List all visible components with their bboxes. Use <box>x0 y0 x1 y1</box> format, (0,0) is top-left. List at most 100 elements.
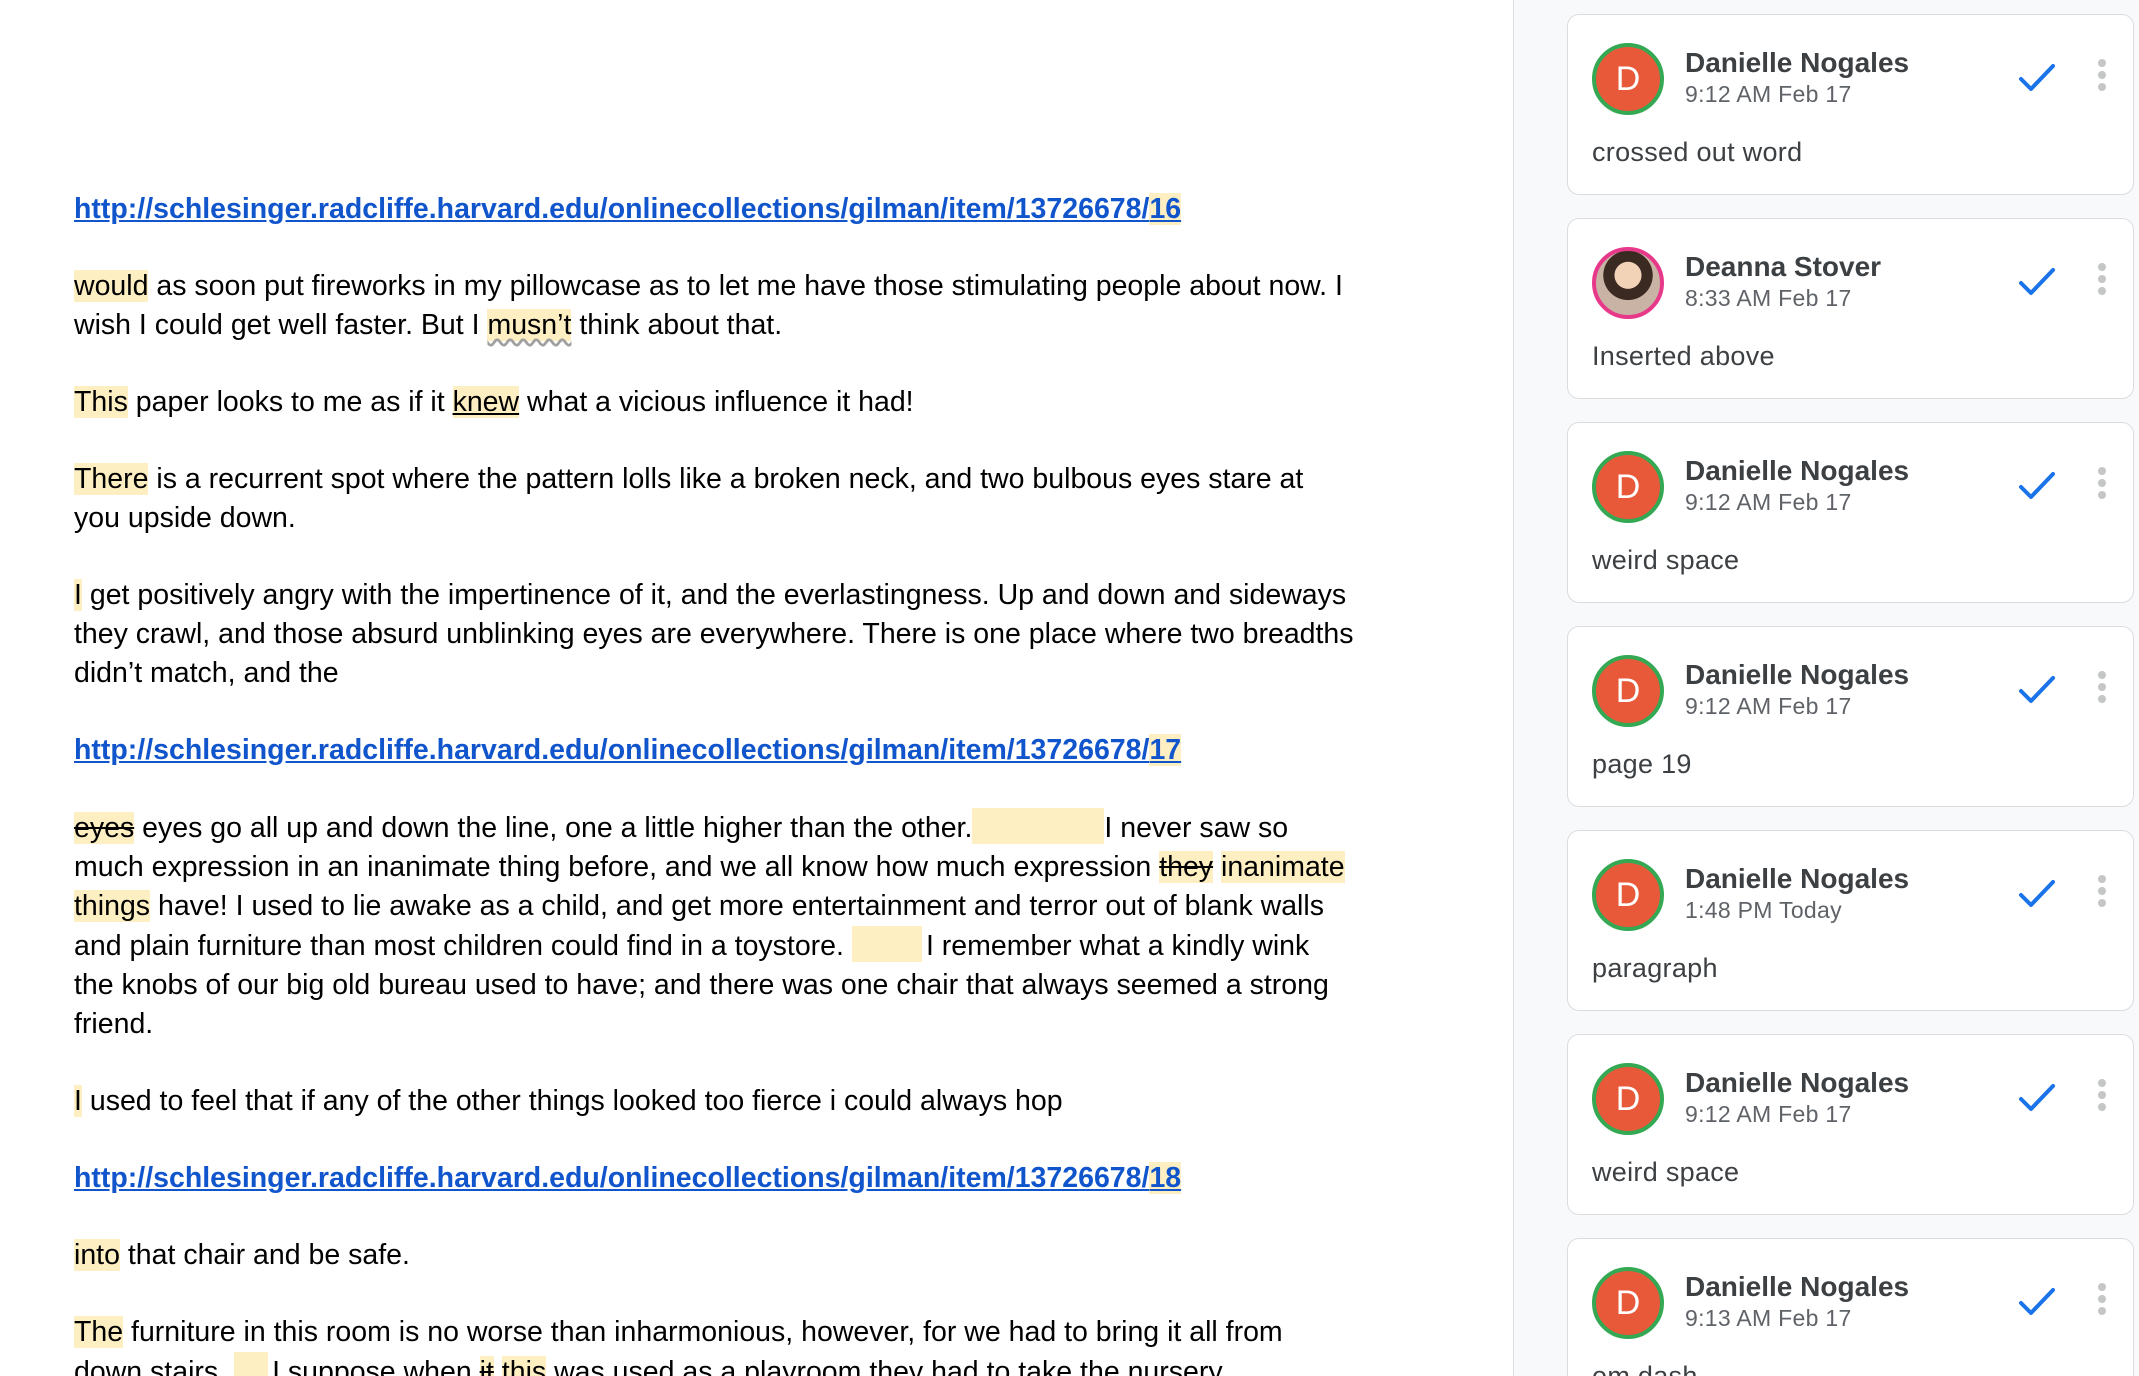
body-text: used to feel that if any of the other th… <box>81 1085 1063 1117</box>
comment-card[interactable]: D Danielle Nogales 1:48 PM Today paragra… <box>1567 830 2134 1011</box>
commented-text[interactable]: I <box>74 1085 82 1117</box>
resolve-button[interactable] <box>2014 259 2060 305</box>
commented-space[interactable] <box>234 1352 269 1376</box>
resolve-button[interactable] <box>2014 667 2060 713</box>
paragraph-link-16: http://schlesinger.radcliffe.harvard.edu… <box>74 190 1354 229</box>
comments-rail: D Danielle Nogales 9:12 AM Feb 17 crosse… <box>1514 0 2139 1376</box>
more-vert-icon[interactable] <box>2092 667 2112 713</box>
paragraph: The furniture in this room is no worse t… <box>74 1313 1354 1376</box>
checkmark-icon <box>2019 1084 2055 1111</box>
avatar <box>1592 247 1664 319</box>
commented-text[interactable]: into <box>74 1239 120 1271</box>
misspelled-word[interactable]: musn’t <box>487 309 572 341</box>
checkmark-icon <box>2019 268 2055 295</box>
checkmark-icon <box>2019 64 2055 91</box>
comment-card[interactable]: D Danielle Nogales 9:12 AM Feb 17 weird … <box>1567 422 2134 603</box>
paragraph: There is a recurrent spot where the patt… <box>74 460 1354 538</box>
avatar: D <box>1592 655 1664 727</box>
deleted-word[interactable]: eyes <box>74 812 135 844</box>
body-text: paper looks to me as if it <box>127 386 453 418</box>
body-text: that chair and be safe. <box>119 1239 410 1271</box>
link-text: http://schlesinger.radcliffe.harvard.edu… <box>74 734 1150 766</box>
archive-link-17[interactable]: http://schlesinger.radcliffe.harvard.edu… <box>74 734 1182 766</box>
comment-text: crossed out word <box>1592 137 1803 167</box>
commented-space[interactable] <box>851 926 922 962</box>
comment-timestamp: 9:12 AM Feb 17 <box>1685 693 1852 719</box>
commented-text[interactable]: There <box>74 463 149 495</box>
more-vert-icon[interactable] <box>2092 871 2112 917</box>
inserted-text[interactable]: this <box>501 1356 547 1376</box>
body-text: what a vicious influence it had! <box>519 386 914 418</box>
commented-text[interactable]: I <box>74 579 82 611</box>
more-vert-icon[interactable] <box>2092 259 2112 305</box>
commented-text[interactable]: The <box>74 1316 124 1348</box>
paragraph: would as soon put fireworks in my pillow… <box>74 267 1354 345</box>
comment-author: Danielle Nogales <box>1685 659 1910 690</box>
resolve-button[interactable] <box>2014 871 2060 917</box>
paragraph: eyes eyes go all up and down the line, o… <box>74 808 1354 1044</box>
avatar: D <box>1592 1267 1664 1339</box>
paragraph: into that chair and be safe. <box>74 1236 1354 1275</box>
more-vert-icon[interactable] <box>2092 55 2112 101</box>
resolve-button[interactable] <box>2014 55 2060 101</box>
deleted-word[interactable]: it <box>479 1356 494 1376</box>
paragraph: I get positively angry with the impertin… <box>74 576 1354 693</box>
link-page-number: 17 <box>1149 734 1182 766</box>
resolve-button[interactable] <box>2014 463 2060 509</box>
paragraph-link-17: http://schlesinger.radcliffe.harvard.edu… <box>74 731 1354 770</box>
comment-timestamp: 9:12 AM Feb 17 <box>1685 81 1852 107</box>
comment-text: weird space <box>1592 545 1740 575</box>
commented-text[interactable]: would <box>74 270 149 302</box>
document-body[interactable]: http://schlesinger.radcliffe.harvard.edu… <box>74 190 1354 1376</box>
resolve-button[interactable] <box>2014 1075 2060 1121</box>
deleted-word[interactable]: they <box>1159 851 1214 883</box>
body-text: I suppose when <box>272 1356 480 1376</box>
comment-author: Danielle Nogales <box>1685 1271 1910 1302</box>
document-page[interactable]: http://schlesinger.radcliffe.harvard.edu… <box>0 0 1514 1376</box>
checkmark-icon <box>2019 880 2055 907</box>
avatar: D <box>1592 43 1664 115</box>
paragraph-link-18: http://schlesinger.radcliffe.harvard.edu… <box>74 1159 1354 1198</box>
comment-text: paragraph <box>1592 953 1718 983</box>
comment-text: Inserted above <box>1592 341 1775 371</box>
comment-author: Danielle Nogales <box>1685 47 1910 78</box>
body-text: was used as a playroom they had to take … <box>546 1356 1223 1376</box>
comment-card[interactable]: D Danielle Nogales 9:12 AM Feb 17 weird … <box>1567 1034 2134 1215</box>
comment-text: page 19 <box>1592 749 1692 779</box>
comment-timestamp: 9:12 AM Feb 17 <box>1685 489 1852 515</box>
body-text: is a recurrent spot where the pattern lo… <box>74 463 1304 534</box>
checkmark-icon <box>2019 472 2055 499</box>
comment-card[interactable]: D Danielle Nogales 9:13 AM Feb 17 em das… <box>1567 1238 2134 1376</box>
more-vert-icon[interactable] <box>2092 463 2112 509</box>
checkmark-icon <box>2019 676 2055 703</box>
checkmark-icon <box>2019 1288 2055 1315</box>
link-text: http://schlesinger.radcliffe.harvard.edu… <box>74 1162 1150 1194</box>
comment-card[interactable]: D Danielle Nogales 9:12 AM Feb 17 page 1… <box>1567 626 2134 807</box>
body-text: get positively angry with the impertinen… <box>74 579 1354 689</box>
resolve-button[interactable] <box>2014 1279 2060 1325</box>
comment-timestamp: 9:13 AM Feb 17 <box>1685 1305 1852 1331</box>
link-page-number: 16 <box>1149 193 1182 225</box>
commented-space[interactable] <box>972 808 1105 844</box>
comment-author: Danielle Nogales <box>1685 1067 1910 1098</box>
more-vert-icon[interactable] <box>2092 1279 2112 1325</box>
comment-timestamp: 8:33 AM Feb 17 <box>1685 285 1852 311</box>
commented-text[interactable]: This <box>74 386 128 418</box>
link-page-number: 18 <box>1149 1162 1182 1194</box>
paragraph: This paper looks to me as if it knew wha… <box>74 383 1354 422</box>
comment-card[interactable]: D Danielle Nogales 9:12 AM Feb 17 crosse… <box>1567 14 2134 195</box>
comment-author: Danielle Nogales <box>1685 863 1910 894</box>
avatar: D <box>1592 859 1664 931</box>
more-vert-icon[interactable] <box>2092 1075 2112 1121</box>
comment-card[interactable]: Deanna Stover 8:33 AM Feb 17 Inserted ab… <box>1567 218 2134 399</box>
archive-link-18[interactable]: http://schlesinger.radcliffe.harvard.edu… <box>74 1162 1182 1194</box>
comment-timestamp: 9:12 AM Feb 17 <box>1685 1101 1852 1127</box>
archive-link-16[interactable]: http://schlesinger.radcliffe.harvard.edu… <box>74 193 1182 225</box>
link-text: http://schlesinger.radcliffe.harvard.edu… <box>74 193 1150 225</box>
avatar: D <box>1592 1063 1664 1135</box>
comment-author: Deanna Stover <box>1685 251 1882 282</box>
body-text: eyes go all up and down the line, one a … <box>134 812 973 844</box>
body-text: think about that. <box>571 309 783 341</box>
paragraph: I used to feel that if any of the other … <box>74 1082 1354 1121</box>
suggested-word[interactable]: knew <box>452 386 520 418</box>
